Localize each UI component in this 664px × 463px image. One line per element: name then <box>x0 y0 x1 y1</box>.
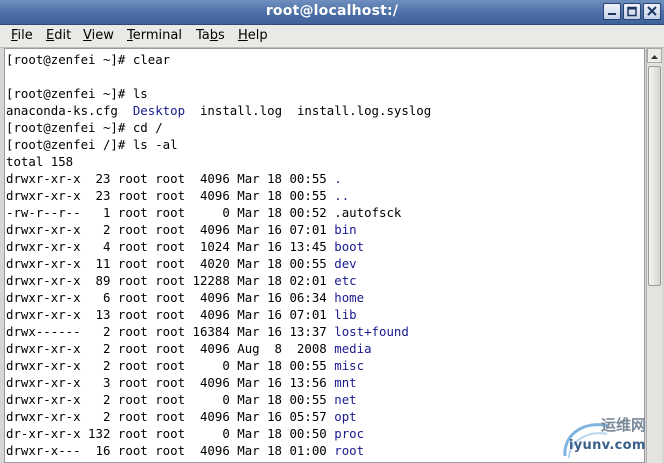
minimize-icon <box>608 13 616 15</box>
terminal-line: drwxr-xr-x 23 root root 4096 Mar 18 00:5… <box>6 170 431 187</box>
close-icon <box>647 6 657 16</box>
watermark-logo: 运维网 iyunv.com <box>559 412 663 462</box>
terminal-line: anaconda-ks.cfg Desktop install.log inst… <box>6 102 431 119</box>
scroll-up-button[interactable] <box>647 48 662 63</box>
terminal-text: [root@zenfei ~]# clear <box>6 52 171 67</box>
terminal-line: drwxr-xr-x 2 root root 4096 Mar 16 05:57… <box>6 408 431 425</box>
menu-view[interactable]: View <box>83 28 114 43</box>
directory-name: media <box>334 341 372 356</box>
terminal-line: drwxr-xr-x 4 root root 1024 Mar 16 13:45… <box>6 238 431 255</box>
terminal-text: -rw-r--r-- 1 root root 0 Mar 18 00:52 .a… <box>6 205 402 220</box>
terminal-text: dr-xr-xr-x 132 root root 0 Mar 18 00:50 <box>6 426 335 441</box>
directory-name: proc <box>334 426 365 441</box>
directory-name: lost+found <box>334 324 409 339</box>
directory-name: home <box>334 290 365 305</box>
menu-terminal[interactable]: Terminal <box>127 28 182 43</box>
directory-name: bin <box>334 222 357 237</box>
terminal-text: drwxr-xr-x 2 root root 4096 Mar 16 07:01 <box>6 222 335 237</box>
terminal-text: install.log install.log.syslog <box>185 103 432 118</box>
terminal-line: drwxr-xr-x 2 root root 4096 Mar 16 07:01… <box>6 221 431 238</box>
directory-name: . <box>334 171 342 186</box>
directory-name: net <box>334 392 357 407</box>
terminal-line: drwxr-xr-x 6 root root 4096 Mar 16 06:34… <box>6 289 431 306</box>
close-button[interactable] <box>643 3 661 20</box>
terminal-text: drwxr-xr-x 2 root root 4096 Aug 8 2008 <box>6 341 335 356</box>
terminal-text: drwxr-xr-x 23 root root 4096 Mar 18 00:5… <box>6 171 335 186</box>
directory-name: dev <box>334 256 357 271</box>
menubar: File Edit View Terminal Tabs Help <box>0 25 664 48</box>
arrow-up-icon <box>651 55 658 59</box>
terminal-text: drwxr-xr-x 2 root root 0 Mar 18 00:55 <box>6 392 335 407</box>
terminal-text: drwx------ 2 root root 16384 Mar 16 13:3… <box>6 324 335 339</box>
terminal-area[interactable]: [root@zenfei ~]# clear [root@zenfei ~]# l… <box>4 48 645 463</box>
terminal-line: drwxr-xr-x 2 root root 0 Mar 18 00:55 mi… <box>6 357 431 374</box>
directory-name: misc <box>334 358 365 373</box>
minimize-button[interactable] <box>603 3 621 20</box>
terminal-line: drwxr-xr-x 89 root root 12288 Mar 18 02:… <box>6 272 431 289</box>
terminal-text: [root@zenfei /]# ls -al <box>6 137 178 152</box>
terminal-output: [root@zenfei ~]# clear [root@zenfei ~]# l… <box>6 51 431 459</box>
terminal-line: [root@zenfei ~]# ls <box>6 85 431 102</box>
menu-file[interactable]: File <box>11 28 33 43</box>
vertical-scrollbar[interactable] <box>646 48 662 463</box>
watermark-cn-text: 运维网 <box>601 416 647 434</box>
terminal-text: drwxr-xr-x 2 root root 4096 Mar 16 05:57 <box>6 409 335 424</box>
terminal-line: [root@zenfei ~]# clear <box>6 51 431 68</box>
terminal-text: drwxr-xr-x 11 root root 4020 Mar 18 00:5… <box>6 256 335 271</box>
directory-name: mnt <box>334 375 357 390</box>
terminal-line: drwxr-x--- 16 root root 4096 Mar 18 01:0… <box>6 442 431 459</box>
window-title: root@localhost:/ <box>265 3 399 19</box>
terminal-line: drwxr-xr-x 23 root root 4096 Mar 18 00:5… <box>6 187 431 204</box>
terminal-line: -rw-r--r-- 1 root root 0 Mar 18 00:52 .a… <box>6 204 431 221</box>
terminal-line: drwxr-xr-x 13 root root 4096 Mar 16 07:0… <box>6 306 431 323</box>
maximize-icon <box>627 6 637 17</box>
directory-name: Desktop <box>132 103 186 118</box>
scrollbar-thumb[interactable] <box>648 66 661 286</box>
terminal-line: drwx------ 2 root root 16384 Mar 16 13:3… <box>6 323 431 340</box>
terminal-text: drwxr-x--- 16 root root 4096 Mar 18 01:0… <box>6 443 335 458</box>
maximize-button[interactable] <box>623 3 641 20</box>
terminal-text: drwxr-xr-x 2 root root 0 Mar 18 00:55 <box>6 358 335 373</box>
directory-name: lib <box>334 307 357 322</box>
terminal-text: drwxr-xr-x 23 root root 4096 Mar 18 00:5… <box>6 188 335 203</box>
terminal-text: drwxr-xr-x 13 root root 4096 Mar 16 07:0… <box>6 307 335 322</box>
directory-name: root <box>334 443 365 458</box>
terminal-line: drwxr-xr-x 2 root root 0 Mar 18 00:55 ne… <box>6 391 431 408</box>
terminal-line: drwxr-xr-x 2 root root 4096 Aug 8 2008 m… <box>6 340 431 357</box>
menu-tabs[interactable]: Tabs <box>196 28 225 43</box>
terminal-line: drwxr-xr-x 3 root root 4096 Mar 16 13:56… <box>6 374 431 391</box>
terminal-text: drwxr-xr-x 6 root root 4096 Mar 16 06:34 <box>6 290 335 305</box>
terminal-line: [root@zenfei /]# ls -al <box>6 136 431 153</box>
directory-name: etc <box>334 273 357 288</box>
terminal-line: total 158 <box>6 153 431 170</box>
terminal-text: [root@zenfei ~]# ls <box>6 86 148 101</box>
menu-help[interactable]: Help <box>238 28 268 43</box>
terminal-line: dr-xr-xr-x 132 root root 0 Mar 18 00:50 … <box>6 425 431 442</box>
window-titlebar[interactable]: root@localhost:/ <box>0 0 664 25</box>
directory-name: boot <box>334 239 365 254</box>
directory-name: .. <box>334 188 350 203</box>
terminal-line: drwxr-xr-x 11 root root 4020 Mar 18 00:5… <box>6 255 431 272</box>
watermark-en-text: iyunv.com <box>569 438 646 453</box>
terminal-text: drwxr-xr-x 89 root root 12288 Mar 18 02:… <box>6 273 335 288</box>
terminal-text: anaconda-ks.cfg <box>6 103 133 118</box>
terminal-text: [root@zenfei ~]# cd / <box>6 120 163 135</box>
terminal-text: total 158 <box>6 154 74 169</box>
terminal-line: [root@zenfei ~]# cd / <box>6 119 431 136</box>
menu-edit[interactable]: Edit <box>46 28 71 43</box>
directory-name: opt <box>334 409 357 424</box>
terminal-text: drwxr-xr-x 3 root root 4096 Mar 16 13:56 <box>6 375 335 390</box>
terminal-text: drwxr-xr-x 4 root root 1024 Mar 16 13:45 <box>6 239 335 254</box>
